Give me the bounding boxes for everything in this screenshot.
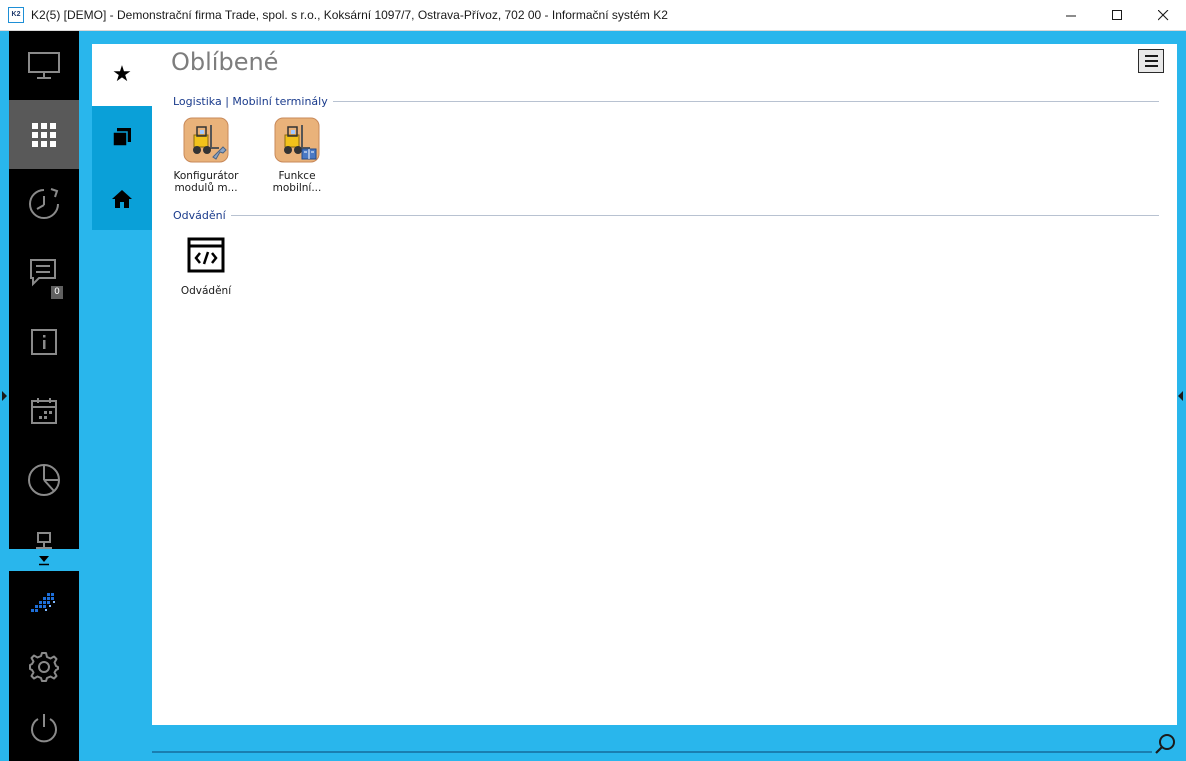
forklift-wrench-icon	[182, 116, 230, 164]
messages-count-badge: 0	[51, 286, 63, 299]
favorite-item-label: Funkce mobilní...	[257, 170, 337, 194]
windows-icon	[112, 128, 131, 147]
sidebar-item-messages[interactable]: 0	[9, 238, 79, 307]
window-titlebar: K2 K2(5) [DEMO] - Demonstrační firma Tra…	[0, 0, 1186, 31]
section-odvadeni: Odvádění	[173, 208, 1159, 222]
desktop-icon	[28, 51, 60, 79]
sidebar-item-apps[interactable]	[9, 100, 79, 169]
sidebar-item-calendar[interactable]	[9, 376, 79, 445]
favorite-item-label-line1: Konfigurátor	[173, 170, 239, 182]
k2-logo-icon	[31, 593, 55, 612]
search-icon	[1155, 734, 1175, 754]
minimize-icon	[1065, 15, 1076, 17]
k2-logo-button[interactable]	[9, 573, 79, 633]
sidebar-item-history[interactable]	[9, 169, 79, 238]
close-icon	[1157, 10, 1168, 21]
sidebar-item-charts[interactable]	[9, 445, 79, 514]
favorite-item-label-line2: mobilní...	[272, 182, 322, 194]
k2-app-icon: K2	[8, 7, 24, 23]
minimize-button[interactable]	[1048, 0, 1094, 31]
tab-favorites[interactable]: ★	[92, 44, 152, 106]
history-icon	[29, 187, 59, 219]
section-logistika: Logistika | Mobilní terminály	[173, 94, 1159, 108]
left-panel-toggle[interactable]	[2, 391, 7, 401]
power-button[interactable]	[9, 698, 79, 758]
favorite-item-label: Konfigurátor modulů m...	[166, 170, 246, 194]
code-window-icon	[182, 231, 230, 279]
window-title: K2(5) [DEMO] - Demonstrační firma Trade,…	[31, 8, 668, 22]
sidebar-item-info[interactable]	[9, 307, 79, 376]
network-icon	[36, 532, 52, 549]
maximize-icon	[1111, 10, 1122, 20]
sidebar-item-desktop[interactable]	[9, 31, 79, 100]
section-divider	[230, 214, 1159, 216]
favorite-item-label-line1: Funkce	[278, 170, 316, 182]
sidebar-scroll-down-button[interactable]	[9, 549, 79, 571]
forklift-book-icon	[273, 116, 321, 164]
calendar-icon	[31, 397, 57, 424]
favorite-item-label: Odvádění	[180, 285, 232, 297]
page-title: Oblíbené	[171, 48, 279, 76]
section-divider	[332, 100, 1159, 102]
favorite-item-konfigurator[interactable]: Konfigurátor modulů m...	[166, 116, 246, 194]
tab-home[interactable]	[92, 168, 152, 230]
home-icon	[112, 190, 132, 208]
menu-bar-line	[1144, 55, 1158, 57]
sidebar-item-network[interactable]	[9, 514, 79, 549]
section-label: Odvádění	[173, 208, 226, 222]
favorites-star-icon: ★	[112, 62, 132, 87]
main-sidebar: 0	[9, 31, 79, 549]
search-button[interactable]	[1154, 733, 1176, 755]
menu-bar-line	[1144, 60, 1158, 62]
pie-chart-icon	[28, 463, 60, 496]
tab-windows[interactable]	[92, 106, 152, 168]
power-icon	[31, 714, 57, 743]
messages-icon	[30, 258, 56, 286]
favorites-panel: Oblíbené Logistika | Mobilní terminály K	[152, 44, 1177, 725]
close-button[interactable]	[1140, 0, 1186, 31]
maximize-button[interactable]	[1094, 0, 1140, 31]
favorite-item-odvadeni[interactable]: Odvádění	[166, 231, 246, 297]
section-label: Logistika | Mobilní terminály	[173, 94, 328, 108]
panel-menu-button[interactable]	[1138, 49, 1164, 73]
settings-icon	[29, 652, 59, 682]
apps-grid-icon	[32, 122, 56, 147]
scroll-down-icon	[39, 556, 49, 566]
favorite-item-label-line2: modulů m...	[174, 182, 238, 194]
info-icon	[31, 328, 57, 355]
settings-button[interactable]	[9, 637, 79, 697]
favorite-item-funkce[interactable]: Funkce mobilní...	[257, 116, 337, 194]
menu-bar-line	[1144, 65, 1158, 67]
sidebar-bottom	[9, 571, 79, 761]
search-input[interactable]	[152, 751, 1152, 753]
right-panel-toggle[interactable]	[1178, 391, 1183, 401]
